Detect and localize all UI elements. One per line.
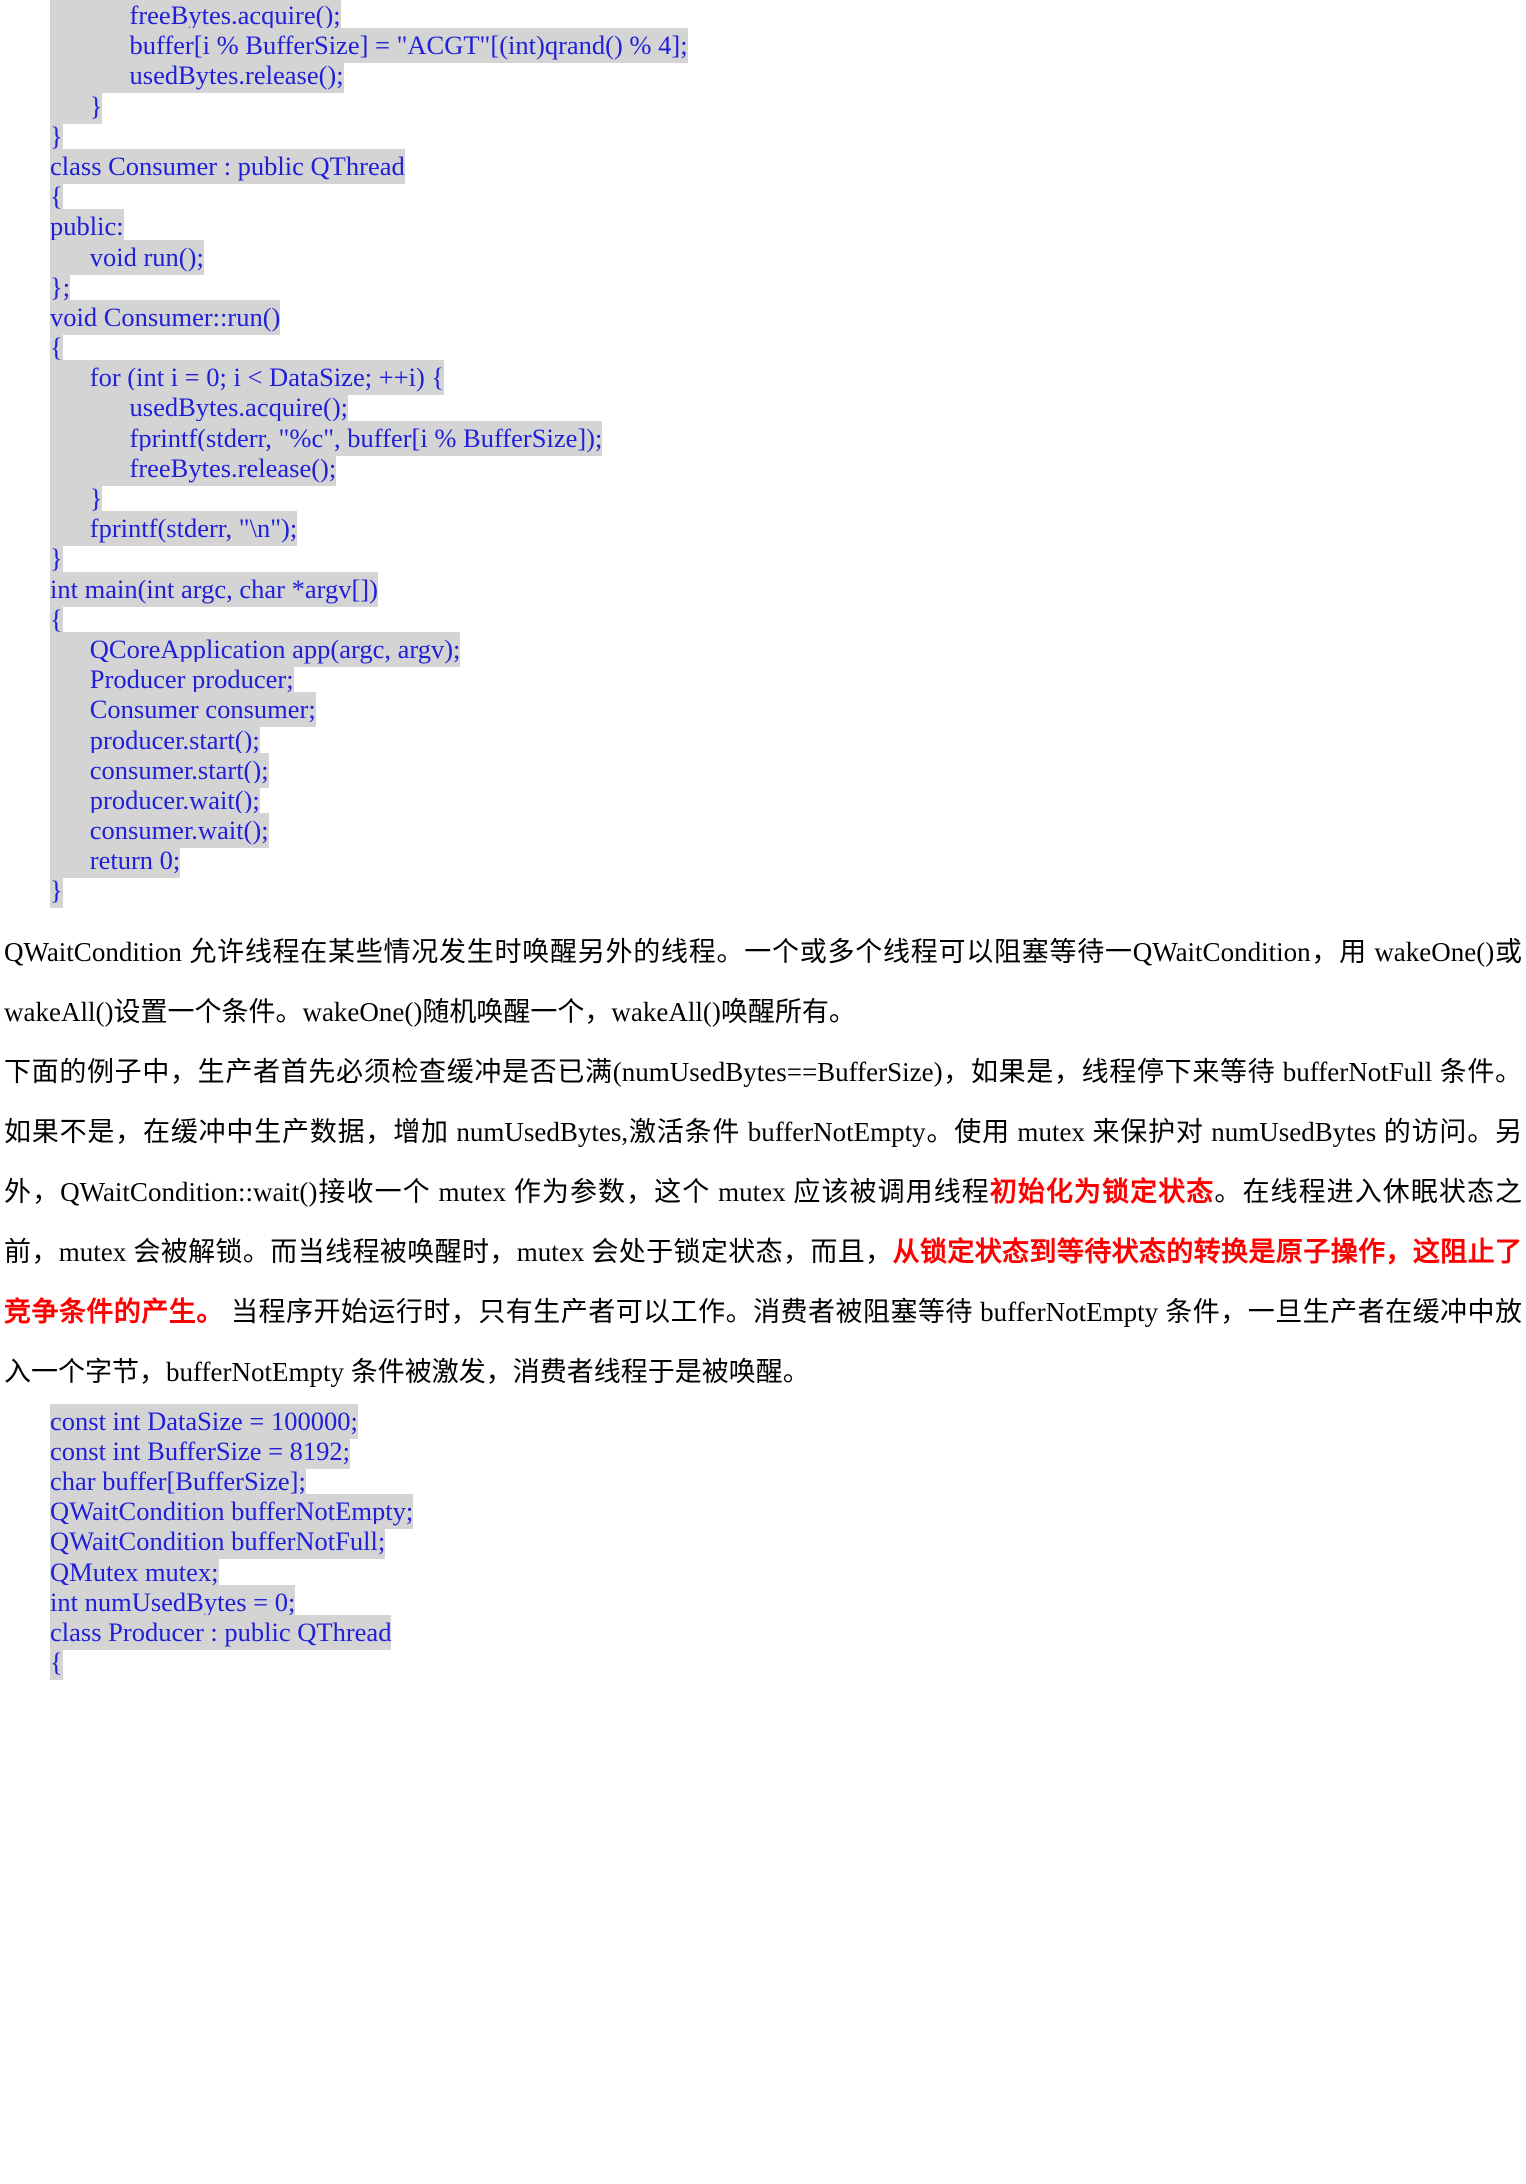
emphasized-text: 初始化为锁定状态 [989, 1176, 1215, 1207]
code-line: } [50, 541, 1526, 577]
code-line: consumer.wait(); [50, 813, 1526, 849]
code-line: producer.start(); [50, 722, 1526, 758]
code-line: fprintf(stderr, "%c", buffer[i % BufferS… [50, 420, 1526, 456]
code-line: fprintf(stderr, "\n"); [50, 511, 1526, 547]
code-line: QWaitCondition bufferNotFull; [50, 1524, 1526, 1560]
code-line-text: int main(int argc, char *argv[]) [50, 571, 378, 607]
code-line: { [50, 601, 1526, 637]
code-line: } [50, 88, 1526, 124]
code-line: QMutex mutex; [50, 1554, 1526, 1590]
code-line-text: return 0; [50, 843, 181, 879]
code-line-text: fprintf(stderr, "\n"); [50, 511, 298, 547]
code-block-top: freeBytes.acquire(); buffer[i % BufferSi… [0, 0, 1526, 909]
code-line-text: } [50, 873, 63, 909]
code-line-text: class Consumer : public QThread [50, 148, 405, 184]
code-line: freeBytes.release(); [50, 450, 1526, 486]
prose-text: 当程序开始运行时，只有生产者可以工作。消费者被阻塞等待 bufferNotEmp… [4, 1296, 1523, 1387]
code-line: { [50, 179, 1526, 215]
code-line: QCoreApplication app(argc, argv); [50, 631, 1526, 667]
paragraph-qwaitcondition-intro: QWaitCondition 允许线程在某些情况发生时唤醒另外的线程。一个或多个… [0, 922, 1526, 1042]
code-line-text: void Consumer::run() [50, 299, 281, 335]
document-page: freeBytes.acquire(); buffer[i % BufferSi… [0, 0, 1526, 2184]
code-line: const int BufferSize = 8192; [50, 1433, 1526, 1469]
code-line: public: [50, 209, 1526, 245]
code-line: }; [50, 269, 1526, 305]
code-line: } [50, 873, 1526, 909]
code-line: consumer.start(); [50, 752, 1526, 788]
code-line: } [50, 118, 1526, 154]
code-line: const int DataSize = 100000; [50, 1403, 1526, 1439]
code-line-text: void run(); [50, 239, 204, 275]
code-line: int numUsedBytes = 0; [50, 1584, 1526, 1620]
code-line: freeBytes.acquire(); [50, 0, 1526, 33]
code-block-bottom: const int DataSize = 100000; const int Bu… [0, 1402, 1526, 1681]
code-line: class Producer : public QThread [50, 1614, 1526, 1650]
code-line: void run(); [50, 239, 1526, 275]
code-line: return 0; [50, 843, 1526, 879]
code-line: char buffer[BufferSize]; [50, 1464, 1526, 1499]
code-line: } [50, 481, 1526, 516]
code-line: Consumer consumer; [50, 692, 1526, 728]
code-line: int main(int argc, char *argv[]) [50, 571, 1526, 607]
code-line: { [50, 1645, 1526, 1681]
prose-text: QWaitCondition 允许线程在某些情况发生时唤醒另外的线程。一个或多个… [4, 936, 1522, 1027]
code-line: buffer[i % BufferSize] = "ACGT"[(int)qra… [50, 28, 1526, 64]
code-line: usedBytes.acquire(); [50, 390, 1526, 426]
paragraph-producer-consumer-explanation: 下面的例子中，生产者首先必须检查缓冲是否已满(numUsedBytes==Buf… [0, 1042, 1526, 1402]
code-line: class Consumer : public QThread [50, 148, 1526, 184]
code-line-text: class Producer : public QThread [50, 1614, 392, 1650]
code-line: Producer producer; [50, 662, 1526, 698]
code-line: usedBytes.release(); [50, 58, 1526, 94]
code-line-text: { [50, 1645, 63, 1681]
code-line: producer.wait(); [50, 782, 1526, 818]
code-line: void Consumer::run() [50, 299, 1526, 335]
code-line: for (int i = 0; i < DataSize; ++i) { [50, 360, 1526, 396]
code-line: QWaitCondition bufferNotEmpty; [50, 1494, 1526, 1530]
code-line: { [50, 330, 1526, 366]
